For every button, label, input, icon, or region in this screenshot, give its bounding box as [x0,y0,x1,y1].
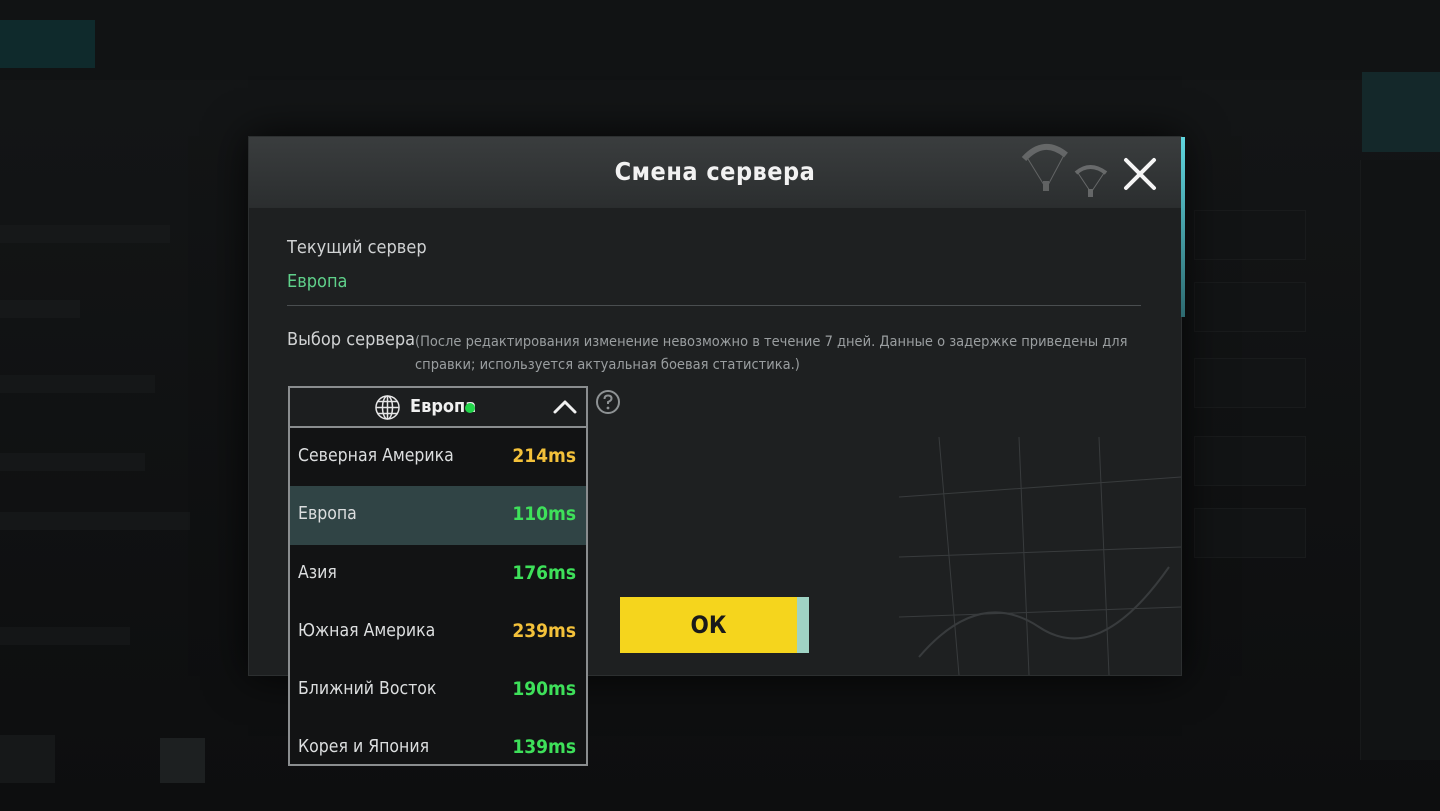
server-option-name: Северная Америка [298,446,454,466]
help-icon[interactable] [595,389,621,415]
server-option[interactable]: Азия 176ms [290,545,586,603]
server-option[interactable]: Южная Америка 239ms [290,603,586,661]
server-list: Северная Америка 214ms Европа 110ms Азия 176m… [290,428,586,778]
server-option-name: Азия [298,562,337,583]
server-option-name: Ближний Восток [298,679,437,700]
online-status-dot [465,403,475,413]
server-option-ping: 190ms [512,678,576,701]
background-side-panel [1360,160,1440,760]
background-list-item [0,300,80,318]
background-button [0,735,55,783]
server-option-name: Европа [298,504,357,525]
dialog-header: Смена сервера [249,137,1181,208]
background-accent-card [1362,72,1440,152]
background-list-item [0,453,145,471]
server-option-name: Корея и Япония [298,737,430,758]
close-button[interactable] [1121,155,1159,193]
server-option-ping: 176ms [512,561,576,584]
chevron-up-icon [553,400,577,414]
background-list-item [0,512,190,530]
server-option-ping: 110ms [512,503,576,526]
dialog-title: Смена сервера [614,157,816,186]
background-list-item [0,627,130,645]
background-button [160,738,205,783]
background-tab-active [0,20,95,68]
map-grid-decoration [899,437,1181,675]
dropdown-toggle[interactable]: Европа [290,388,586,428]
background-button [1194,508,1306,558]
server-option[interactable]: Корея и Япония 139ms [290,719,586,777]
divider [287,305,1141,306]
ok-button[interactable]: ОК [620,597,809,653]
background-list-item [0,225,170,243]
server-option[interactable]: Северная Америка 214ms [290,428,586,486]
background-button [1194,358,1306,408]
current-server-label: Текущий сервер [287,237,427,258]
server-option-name: Южная Америка [298,620,436,641]
select-server-label: Выбор сервера [287,329,416,350]
background-tab [310,22,460,62]
dialog-edge-accent [1181,137,1185,317]
server-option[interactable]: Европа 110ms [290,486,586,545]
server-option[interactable]: Ближний Восток 190ms [290,661,586,719]
background-tab [130,22,260,62]
globe-icon [375,395,400,420]
current-server-value: Европа [287,271,348,292]
background-button [1194,436,1306,486]
server-option-ping: 239ms [512,619,576,642]
close-icon [1124,158,1156,190]
background-list-item [0,375,155,393]
server-option-ping: 139ms [512,736,576,759]
background-button [1194,282,1306,332]
server-change-note: (После редактирования изменение невозмож… [415,334,1128,373]
server-select-dropdown: Европа Северная Америка 214ms Европа 110ms А… [288,386,588,766]
server-option-ping: 214ms [512,445,576,467]
background-button [1194,210,1306,260]
